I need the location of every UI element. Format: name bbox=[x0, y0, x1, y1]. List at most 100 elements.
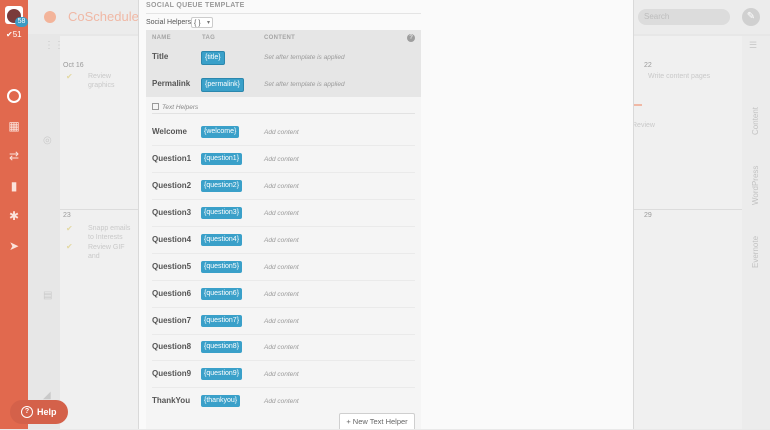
calendar-column-right: 22 Write content pages 29 Review bbox=[632, 36, 742, 429]
row-name: Question5 bbox=[152, 262, 192, 271]
calendar-icon[interactable]: ▦ bbox=[6, 118, 22, 134]
check-icon: ✔ bbox=[66, 224, 73, 233]
row-divider bbox=[152, 199, 415, 200]
calendar-task[interactable]: Snapp emails to Interests bbox=[88, 224, 136, 242]
wordpress-icon: ◎ bbox=[43, 135, 52, 146]
tag-badge[interactable]: {title} bbox=[201, 51, 225, 65]
completed-count: ✔51 bbox=[6, 30, 22, 39]
row-name: Question9 bbox=[152, 369, 192, 378]
shuffle-icon[interactable]: ⇄ bbox=[6, 148, 22, 164]
search-input[interactable]: Search bbox=[638, 9, 730, 25]
tag-badge[interactable]: {question4} bbox=[201, 234, 243, 246]
row-divider bbox=[152, 145, 415, 146]
row-divider bbox=[152, 253, 415, 254]
collapse-icon bbox=[152, 103, 159, 110]
calendar-date: 22 bbox=[644, 62, 652, 69]
tag-badge[interactable]: {question5} bbox=[201, 261, 243, 273]
help-label: Help bbox=[37, 407, 57, 417]
row-name: Question8 bbox=[152, 342, 192, 351]
tag-badge[interactable]: {question2} bbox=[201, 180, 243, 192]
divider bbox=[146, 13, 421, 14]
column-header-name: NAME bbox=[152, 35, 171, 41]
document-icon: ▤ bbox=[43, 290, 53, 301]
content-field[interactable]: Add content bbox=[264, 291, 299, 298]
logo-icon bbox=[44, 11, 56, 23]
social-helpers-label: Social Helpers bbox=[146, 19, 192, 26]
tag-badge[interactable]: {thankyou} bbox=[201, 395, 241, 407]
calendar-date: 23 bbox=[63, 212, 71, 219]
calendar-date: Oct 16 bbox=[63, 62, 84, 69]
content-field[interactable]: Add content bbox=[264, 344, 299, 351]
row-divider bbox=[152, 280, 415, 281]
question-icon: ? bbox=[21, 405, 33, 418]
social-helpers-value: { } bbox=[194, 20, 201, 27]
week-divider bbox=[632, 209, 742, 210]
content-field[interactable]: Add content bbox=[264, 129, 299, 136]
help-icon[interactable]: ? bbox=[407, 34, 415, 42]
content-field[interactable]: Add content bbox=[264, 318, 299, 325]
text-helpers-toggle[interactable]: Text Helpers bbox=[152, 103, 199, 112]
content-field[interactable]: Add content bbox=[264, 371, 299, 378]
calendar-task[interactable]: Write content pages bbox=[648, 72, 710, 81]
row-name: Question2 bbox=[152, 181, 192, 190]
row-name: Question6 bbox=[152, 289, 192, 298]
content-field[interactable]: Add content bbox=[264, 156, 299, 163]
week-divider bbox=[60, 209, 138, 210]
tag-badge[interactable]: {question7} bbox=[201, 315, 243, 327]
row-name: Permalink bbox=[152, 79, 191, 88]
bar-chart-icon[interactable]: ▮ bbox=[6, 178, 22, 194]
gear-icon[interactable]: ✱ bbox=[6, 208, 22, 224]
check-icon: ✔ bbox=[66, 242, 73, 251]
row-divider bbox=[152, 334, 415, 335]
content-field[interactable]: Add content bbox=[264, 264, 299, 271]
notification-badge: 58 bbox=[15, 17, 28, 27]
tag-badge[interactable]: {question6} bbox=[201, 288, 243, 300]
row-name: ThankYou bbox=[152, 396, 191, 405]
rail-tab-wordpress[interactable]: WordPress bbox=[751, 166, 760, 205]
social-helpers-select[interactable]: { } ▾ bbox=[191, 17, 213, 28]
row-divider bbox=[152, 387, 415, 388]
content-field[interactable]: Add content bbox=[264, 237, 299, 244]
help-button[interactable]: ? Help bbox=[10, 400, 68, 424]
calendar-column-left: Oct 16 ✔ Review graphics 23 ✔ Snapp emai… bbox=[60, 36, 138, 429]
pencil-icon[interactable]: ✎ bbox=[742, 8, 760, 26]
content-field[interactable]: Add content bbox=[264, 398, 299, 405]
row-name: Question4 bbox=[152, 235, 192, 244]
rail-tab-content[interactable]: Content bbox=[751, 107, 760, 135]
column-header-content: CONTENT bbox=[264, 35, 296, 41]
calendar-task[interactable]: Review bbox=[632, 121, 655, 130]
row-name: Question1 bbox=[152, 154, 192, 163]
tag-badge[interactable]: {question8} bbox=[201, 341, 243, 353]
new-text-helper-button[interactable]: + New Text Helper bbox=[339, 413, 415, 429]
row-name: Title bbox=[152, 52, 169, 61]
app-logo[interactable]: CoSchedule bbox=[68, 9, 139, 24]
row-divider bbox=[152, 226, 415, 227]
row-content: Set after template is applied bbox=[264, 81, 345, 88]
row-divider bbox=[152, 307, 415, 308]
divider bbox=[152, 113, 415, 114]
content-field[interactable]: Add content bbox=[264, 210, 299, 217]
tag-badge[interactable]: {question1} bbox=[201, 153, 243, 165]
row-name: Question3 bbox=[152, 208, 192, 217]
tag-badge[interactable]: {welcome} bbox=[201, 126, 240, 138]
row-divider bbox=[152, 172, 415, 173]
rail-tab-evernote[interactable]: Evernote bbox=[751, 236, 760, 268]
content-field[interactable]: Add content bbox=[264, 183, 299, 190]
list-icon[interactable]: ☰ bbox=[749, 40, 757, 51]
rocket-icon[interactable]: ➤ bbox=[6, 238, 22, 254]
tag-badge[interactable]: {permalink} bbox=[201, 78, 245, 92]
column-header-tag: TAG bbox=[202, 35, 216, 41]
circle-icon[interactable] bbox=[7, 89, 21, 103]
chevron-down-icon: ▾ bbox=[206, 20, 210, 26]
text-helpers-label: Text Helpers bbox=[162, 104, 199, 112]
row-name: Welcome bbox=[152, 127, 187, 136]
row-content: Set after template is applied bbox=[264, 54, 345, 61]
tag-badge[interactable]: {question3} bbox=[201, 207, 243, 219]
calendar-task[interactable]: Review GIF and bbox=[88, 243, 138, 261]
grid-icon[interactable]: ⋮⋮ bbox=[44, 40, 64, 51]
row-name: Question7 bbox=[152, 316, 192, 325]
calendar-task[interactable]: Review graphics bbox=[88, 72, 138, 90]
tag-badge[interactable]: {question9} bbox=[201, 368, 243, 380]
completed-count-value: 51 bbox=[12, 30, 22, 39]
modal-title: SOCIAL QUEUE TEMPLATE bbox=[146, 2, 245, 9]
